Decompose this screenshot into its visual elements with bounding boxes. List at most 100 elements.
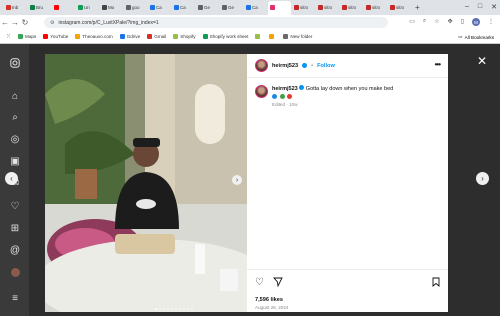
browser-tab[interactable]: Ca	[148, 2, 171, 14]
browser-tab[interactable]: Ge	[196, 2, 219, 14]
menu-kebab-icon[interactable]: ⋮	[488, 18, 494, 26]
all-bookmarks[interactable]: ▭ All Bookmarks	[458, 34, 494, 40]
create-icon[interactable]: ⊞	[9, 222, 21, 234]
search-icon[interactable]: ⌕	[9, 111, 21, 123]
bookmark-item[interactable]: New folder	[283, 34, 312, 39]
star-icon[interactable]: ☆	[434, 18, 439, 26]
close-modal-icon[interactable]: ✕	[477, 54, 487, 68]
browser-tab[interactable]: sitrx	[340, 2, 363, 14]
bookmark-label: Shopify work sheet	[209, 34, 249, 39]
shopify-icon	[173, 34, 179, 39]
more-menu-icon[interactable]: ≡	[9, 292, 21, 304]
caption-username[interactable]: heirmj523	[272, 86, 298, 92]
caption-avatar[interactable]	[255, 85, 268, 98]
sidepanel-icon[interactable]: ▯	[461, 18, 464, 26]
next-image-button[interactable]: ›	[232, 175, 242, 185]
tab-favicon-icon	[30, 5, 35, 10]
home-icon[interactable]: ⌂	[9, 90, 21, 102]
tab-favicon-icon	[270, 5, 275, 10]
post-details-pane: heirmj523 • Follow ••• heirmj523 Gotta l…	[247, 54, 448, 312]
browser-tab[interactable]: sitrx	[364, 2, 387, 14]
tab-label: Ge	[204, 5, 211, 10]
browser-tab[interactable]: Ca	[172, 2, 195, 14]
cast-icon[interactable]: ▭	[409, 18, 415, 26]
bookmark-item[interactable]	[255, 34, 262, 39]
site-info-icon[interactable]: ⚙	[50, 20, 54, 26]
browser-tab[interactable]: sitrx	[316, 2, 339, 14]
bookmark-item[interactable]: Maps	[18, 34, 36, 39]
zoom-icon[interactable]: ⌕	[423, 18, 426, 26]
folder-icon	[283, 34, 289, 39]
tab-favicon-icon	[78, 5, 83, 10]
browser-tab[interactable]: Inb	[4, 2, 27, 14]
green-emoji-icon	[279, 94, 285, 99]
site-icon	[75, 34, 81, 39]
reels-icon[interactable]: ▣	[9, 155, 21, 167]
close-window-icon[interactable]: ✕	[491, 3, 497, 11]
apps-grid-icon[interactable]: ⁙	[6, 33, 11, 40]
explore-icon[interactable]: ◎	[9, 133, 21, 145]
tab-favicon-icon	[126, 5, 131, 10]
toolbar-actions: ▭ ⌕ ☆ ✥ ▯ M ⋮	[409, 18, 494, 26]
profile-icon[interactable]	[9, 266, 21, 278]
bookmark-item[interactable]: Shopify work sheet	[202, 34, 249, 39]
browser-tab[interactable]: Un	[76, 2, 99, 14]
bookmark-item[interactable]: Gmail	[147, 34, 166, 39]
post-date: August 28, 2024	[255, 305, 289, 310]
bookmark-item[interactable]: Shopify	[173, 34, 196, 39]
browser-tab[interactable]	[52, 2, 75, 14]
blue-emoji-icon	[272, 94, 277, 99]
save-bookmark-icon[interactable]	[432, 277, 440, 290]
tab-favicon-icon	[198, 5, 203, 10]
bookmark-label: Theoauvo.com	[82, 34, 113, 39]
more-options-icon[interactable]: •••	[435, 60, 441, 69]
browser-tab[interactable]	[268, 0, 291, 15]
username[interactable]: heirmj523	[272, 63, 298, 69]
threads-icon[interactable]: @	[9, 244, 21, 256]
browser-tab[interactable]: Mo	[100, 2, 123, 14]
youtube-icon	[43, 34, 49, 39]
tab-favicon-icon	[6, 5, 11, 10]
tab-favicon-icon	[246, 5, 251, 10]
profile-avatar[interactable]: M	[472, 18, 480, 26]
bookmark-item[interactable]	[269, 34, 276, 39]
address-bar[interactable]: ⚙ instagram.com/p/C_LuxtXPale/?img_index…	[44, 17, 388, 28]
browser-tab[interactable]: Bru	[28, 2, 51, 14]
next-post-button[interactable]: ›	[476, 172, 489, 185]
browser-tab[interactable]: Ge	[220, 2, 243, 14]
tab-favicon-icon	[174, 5, 179, 10]
carousel-dot	[179, 308, 181, 310]
browser-tab[interactable]: sitrx	[292, 2, 315, 14]
carousel-dot	[191, 308, 193, 310]
red-emoji-icon	[287, 94, 293, 99]
bookmark-item[interactable]: YouTube	[43, 34, 68, 39]
extensions-icon[interactable]: ✥	[448, 18, 453, 26]
reload-icon[interactable]: ↻	[20, 18, 30, 27]
avatar[interactable]	[255, 59, 268, 72]
new-tab-icon[interactable]: +	[415, 3, 420, 12]
all-bookmarks-label: All Bookmarks	[464, 34, 494, 40]
like-heart-icon[interactable]: ♡	[255, 277, 264, 290]
back-icon[interactable]: ←	[0, 18, 10, 27]
divider	[247, 269, 448, 270]
follow-button[interactable]: Follow	[317, 63, 335, 69]
post-photo[interactable]	[45, 54, 247, 312]
url-text: instagram.com/p/C_LuxtXPale/?img_index=1	[58, 19, 159, 26]
minimize-icon[interactable]: –	[465, 3, 469, 11]
separator: •	[311, 62, 314, 69]
bookmark-item[interactable]: Theoauvo.com	[75, 34, 113, 39]
likes-count[interactable]: 7,596 likes	[255, 297, 283, 303]
browser-tab[interactable]: Ca	[244, 2, 267, 14]
instagram-logo-icon[interactable]	[9, 57, 21, 69]
maximize-icon[interactable]: □	[478, 3, 482, 11]
drive-icon	[119, 34, 125, 39]
browser-tab[interactable]: goo	[124, 2, 147, 14]
browser-tab[interactable]: sitrx	[388, 2, 411, 14]
heart-icon[interactable]: ♡	[9, 200, 21, 212]
bookmark-label: Shopify	[180, 34, 196, 39]
previous-post-button[interactable]: ‹	[5, 172, 18, 185]
tab-label: sitrx	[372, 5, 381, 10]
bookmark-item[interactable]: Gdrive	[119, 34, 140, 39]
share-icon[interactable]	[272, 277, 283, 290]
forward-icon[interactable]: →	[10, 18, 20, 27]
